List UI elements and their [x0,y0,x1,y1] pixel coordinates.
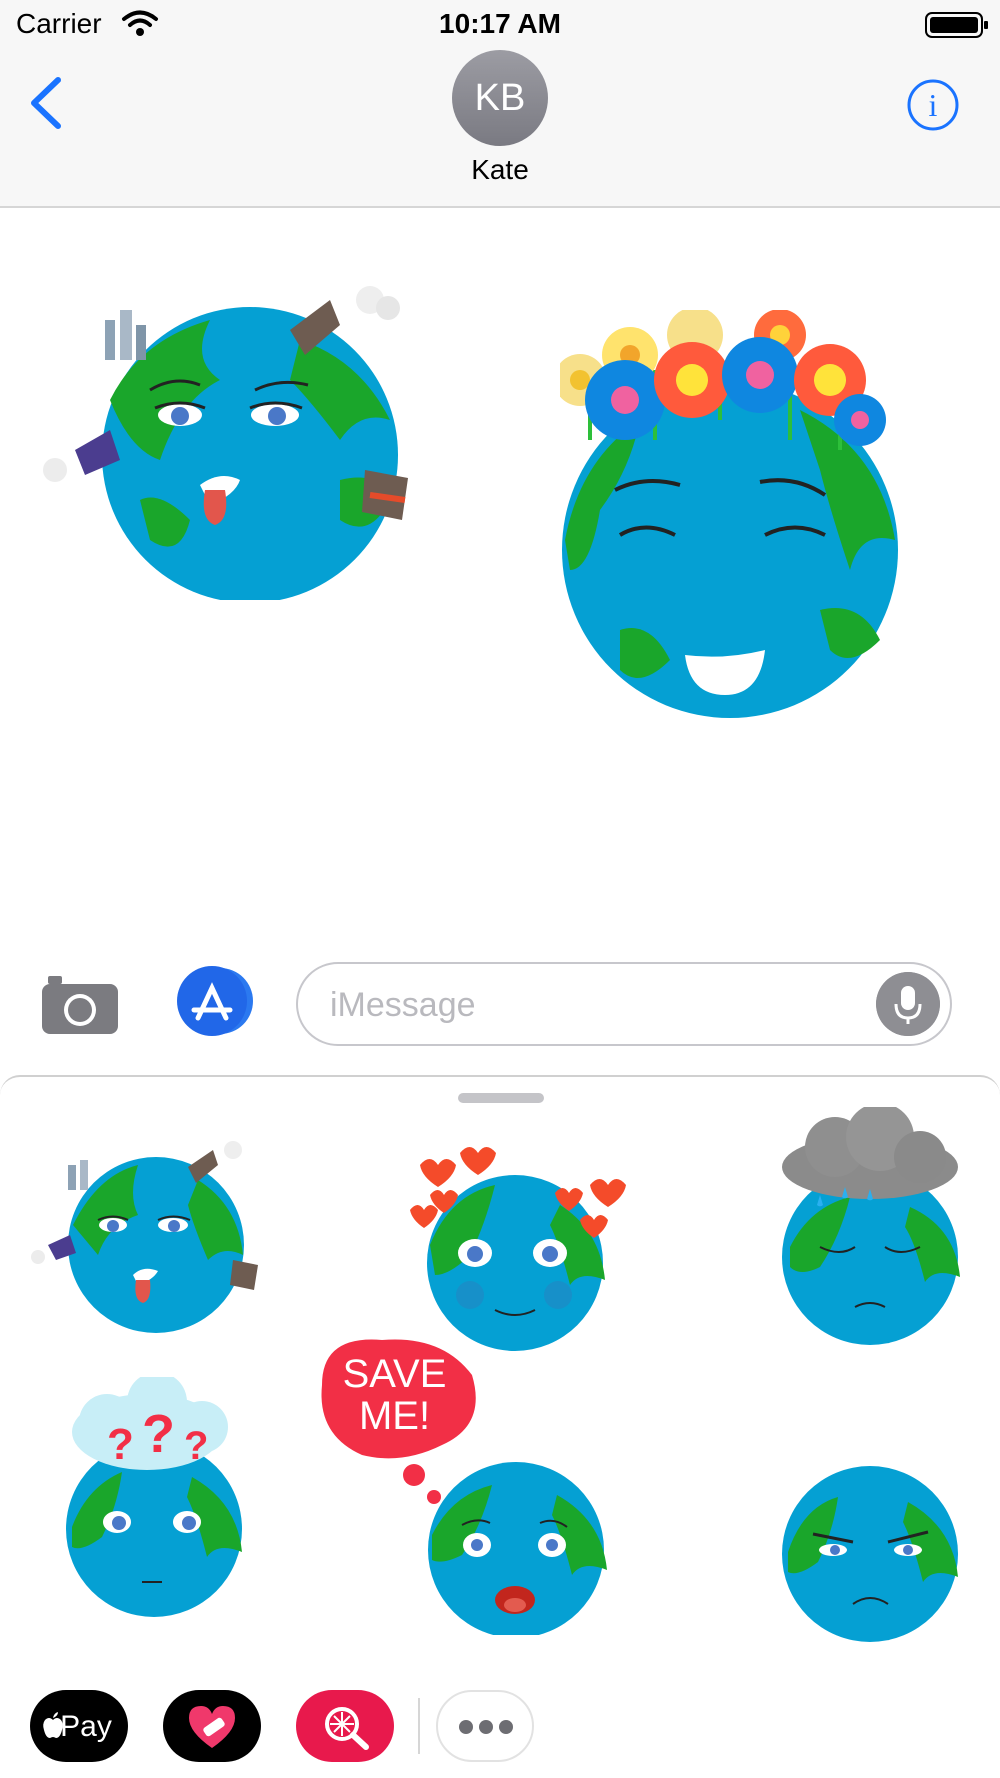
more-icon [459,1720,513,1734]
strip-divider [418,1698,420,1754]
search-app-icon [325,1707,369,1750]
heart-app-button[interactable] [163,1690,261,1762]
svg-text:i: i [929,87,938,123]
save-me-text: SAVE ME! [312,1353,477,1437]
flower-crown-earth-sticker[interactable] [560,310,900,720]
conversation-header: KB Kate i [0,50,1000,208]
drawer-grabber[interactable] [458,1093,544,1103]
camera-icon[interactable] [40,970,120,1036]
heart-app-icon [189,1706,235,1748]
chevron-left-icon[interactable] [24,74,68,132]
save-me-line-2: ME! [358,1394,431,1438]
contact-name[interactable]: Kate [0,154,1000,186]
confused-earth-sticker[interactable]: ? ? ? [62,1377,262,1617]
battery-icon [925,12,988,38]
rain-cloud-earth-sticker[interactable] [770,1107,970,1347]
apple-pay-button[interactable]: Pay [30,1690,128,1762]
polluted-earth-sticker[interactable] [40,280,420,600]
microphone-icon[interactable] [876,972,940,1036]
save-me-line-1: SAVE [342,1352,447,1396]
question-mark-3: ? [184,1424,208,1468]
app-store-icon[interactable] [168,966,256,1036]
message-input[interactable]: iMessage [296,962,952,1046]
save-me-earth-sticker[interactable]: SAVE ME! [312,1335,652,1635]
question-mark-2: ? [142,1404,175,1464]
message-placeholder: iMessage [330,986,476,1024]
app-strip: Pay [0,1680,1000,1770]
avatar[interactable]: KB [452,50,548,146]
info-icon[interactable]: i [906,78,960,132]
clock: 10:17 AM [439,8,561,39]
compose-bar: iMessage [0,950,1000,1060]
search-app-button[interactable] [296,1690,394,1762]
status-bar: Carrier 10:17 AM [0,0,1000,50]
in-love-earth-sticker[interactable] [400,1135,640,1355]
angry-earth-sticker[interactable] [778,1462,963,1642]
polluted-earth-sticker[interactable] [28,1135,268,1335]
question-mark-1: ? [107,1420,134,1469]
message-transcript [0,210,1000,930]
more-apps-button[interactable] [436,1690,534,1762]
apple-pay-label: Pay [60,1710,112,1743]
sticker-drawer: ? ? ? SAVE ME! [0,1075,1000,1778]
